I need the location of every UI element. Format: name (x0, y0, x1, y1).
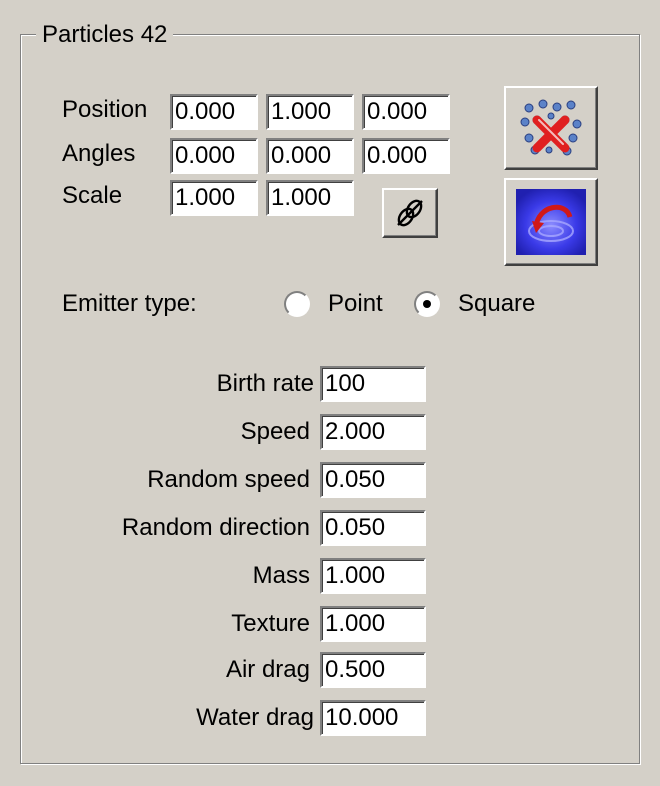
position-x-field[interactable] (170, 94, 258, 130)
reset-ripple-icon (514, 187, 588, 257)
emitter-square-label: Square (458, 290, 536, 317)
angles-label: Angles (62, 140, 136, 167)
emitter-point-label: Point (328, 290, 383, 317)
position-z-field[interactable] (362, 94, 450, 130)
birth-rate-label: Birth rate (216, 370, 314, 397)
birth-rate-field[interactable] (320, 366, 426, 402)
position-y-field[interactable] (266, 94, 354, 130)
mass-field[interactable] (320, 558, 426, 594)
radio-selected-dot (423, 300, 431, 308)
random-speed-label: Random speed (147, 466, 310, 493)
speed-label: Speed (240, 418, 310, 445)
random-direction-label: Random direction (121, 514, 310, 541)
delete-particles-button[interactable] (504, 86, 598, 170)
link-icon (393, 196, 427, 230)
water-drag-field[interactable] (320, 700, 426, 736)
emitter-type-label: Emitter type: (62, 290, 197, 317)
random-speed-field[interactable] (320, 462, 426, 498)
random-direction-field[interactable] (320, 510, 426, 546)
delete-particles-icon (519, 98, 583, 158)
group-title: Particles 42 (36, 22, 174, 48)
air-drag-field[interactable] (320, 652, 426, 688)
texture-field[interactable] (320, 606, 426, 642)
water-drag-label: Water drag (196, 704, 314, 731)
speed-field[interactable] (320, 414, 426, 450)
angles-z-field[interactable] (362, 138, 450, 174)
scale-label: Scale (62, 182, 123, 209)
mass-label: Mass (252, 562, 310, 589)
lock-scale-button[interactable] (382, 188, 438, 238)
reset-emitter-button[interactable] (504, 178, 598, 266)
position-label: Position (62, 96, 148, 123)
emitter-point-radio[interactable] (284, 291, 310, 317)
scale-y-field[interactable] (266, 180, 354, 216)
emitter-square-radio[interactable] (414, 291, 440, 317)
angles-x-field[interactable] (170, 138, 258, 174)
angles-y-field[interactable] (266, 138, 354, 174)
air-drag-label: Air drag (225, 656, 310, 683)
texture-label: Texture (231, 610, 310, 637)
scale-x-field[interactable] (170, 180, 258, 216)
